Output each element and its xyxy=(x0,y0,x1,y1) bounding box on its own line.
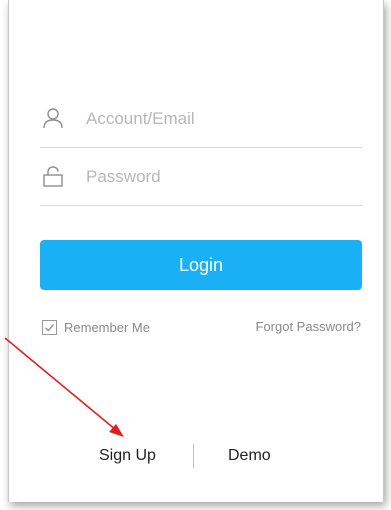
footer-divider xyxy=(193,444,194,468)
user-icon xyxy=(43,108,63,129)
login-card: Login Remember Me Forgot Password? xyxy=(8,0,384,502)
remember-me-toggle[interactable]: Remember Me xyxy=(42,317,150,337)
remember-me-label: Remember Me xyxy=(64,319,150,335)
checkmark-icon xyxy=(45,323,54,331)
stage: Login Remember Me Forgot Password? Sign … xyxy=(0,0,391,510)
remember-me-checkbox[interactable] xyxy=(42,319,57,335)
forgot-password-link[interactable]: Forgot Password? xyxy=(256,319,362,334)
account-input[interactable] xyxy=(86,106,346,132)
footer-links: Sign Up Demo xyxy=(0,444,391,474)
demo-link[interactable]: Demo xyxy=(228,447,271,465)
password-field xyxy=(40,148,362,206)
login-button[interactable]: Login xyxy=(40,240,362,290)
password-input[interactable] xyxy=(86,164,346,190)
sign-up-link[interactable]: Sign Up xyxy=(99,447,156,465)
lock-icon xyxy=(43,166,63,187)
account-field xyxy=(40,90,362,148)
